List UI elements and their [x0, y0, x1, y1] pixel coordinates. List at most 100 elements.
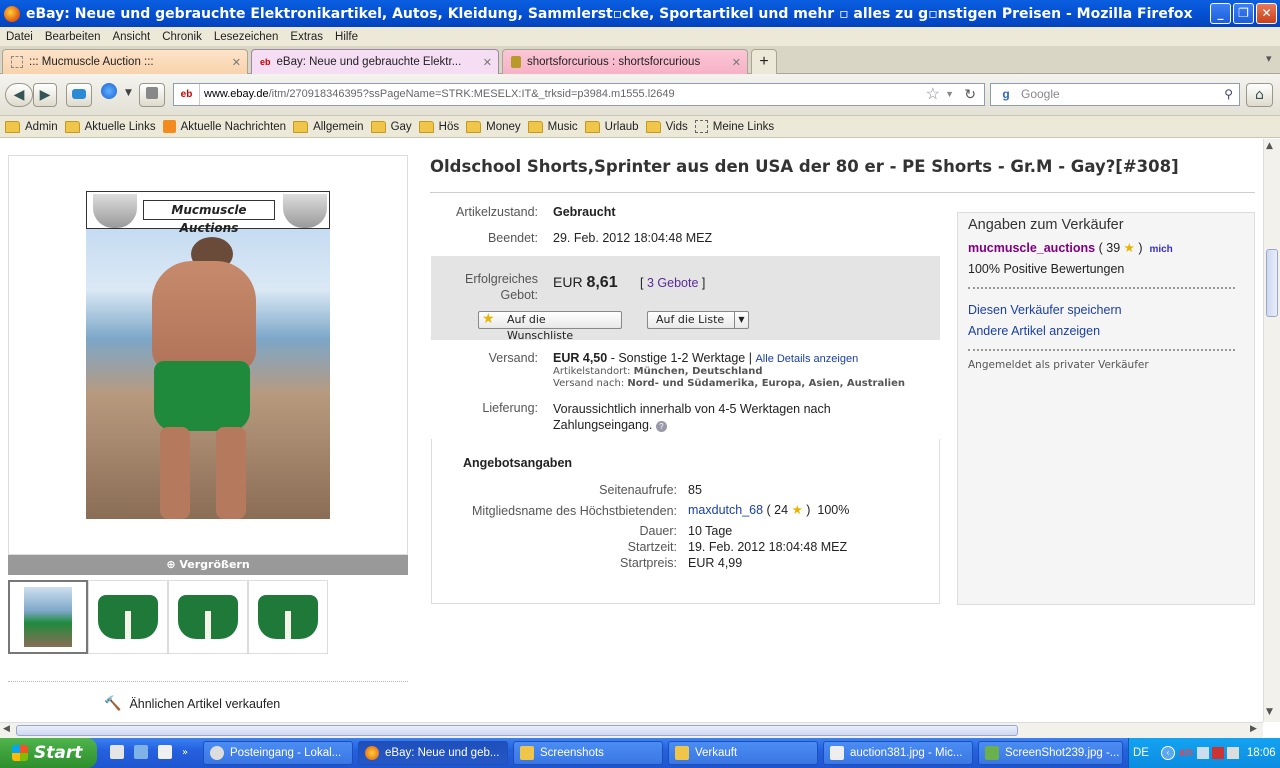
menu-bearbeiten[interactable]: Bearbeiten [45, 31, 101, 43]
save-seller-link[interactable]: Diesen Verkäufer speichern [968, 303, 1122, 317]
menu-extras[interactable]: Extras [290, 31, 323, 43]
taskbar-item-posteingang[interactable]: Posteingang - Lokal... [203, 741, 353, 765]
menu-chronik[interactable]: Chronik [162, 31, 202, 43]
lock-icon [511, 56, 521, 68]
other-items-link[interactable]: Andere Artikel anzeigen [968, 324, 1100, 338]
quicklaunch-app-icon[interactable] [158, 745, 172, 759]
menu-hilfe[interactable]: Hilfe [335, 31, 358, 43]
window-titlebar[interactable]: eBay: Neue und gebrauchte Elektronikarti… [0, 0, 1280, 27]
bookmark-music[interactable]: Music [527, 120, 578, 133]
taskbar-item-screenshots[interactable]: Screenshots [513, 741, 663, 765]
scroll-right-icon[interactable]: ▶ [1250, 724, 1257, 734]
close-tab-icon[interactable]: ✕ [732, 56, 741, 69]
task-label: auction381.jpg - Mic... [850, 747, 963, 759]
sell-similar-link[interactable]: 🔨 Ähnlichen Artikel verkaufen [104, 695, 280, 712]
home-button[interactable]: ⌂ [1246, 83, 1273, 107]
bookmark-admin[interactable]: Admin [5, 120, 58, 133]
network-icon[interactable] [1196, 747, 1209, 759]
browser-globe-icon[interactable] [96, 83, 122, 107]
url-bar[interactable]: eb www.ebay.de/itm/270918346395?ssPageNam… [173, 83, 985, 106]
bookmark-gay[interactable]: Gay [370, 120, 412, 133]
bookmark-hoes[interactable]: Hös [418, 120, 459, 133]
scroll-down-icon[interactable]: ▼ [1266, 707, 1273, 717]
add-to-list-button[interactable]: Auf die Liste ▼ [647, 311, 749, 329]
search-icon[interactable]: ⚲ [1224, 84, 1233, 105]
shipping-details-link[interactable]: Alle Details anzeigen [755, 353, 858, 365]
bookmark-star-icon[interactable]: ☆ [926, 84, 940, 105]
minimize-button[interactable]: _ [1210, 3, 1231, 24]
language-indicator[interactable]: DE [1133, 747, 1149, 759]
folder-icon [527, 120, 543, 133]
tab-list-icon[interactable]: ▾ [1266, 52, 1272, 65]
thumbnail-2[interactable] [88, 580, 168, 654]
dashed-folder-icon [694, 120, 708, 133]
ati-icon[interactable]: ATI [1179, 748, 1193, 758]
maximize-button[interactable]: ❐ [1233, 3, 1254, 24]
top-bidder-link[interactable]: maxdutch_68 [688, 503, 763, 517]
addon-icon[interactable] [66, 83, 92, 107]
help-icon[interactable]: ? [655, 421, 667, 432]
horizontal-scrollbar[interactable]: ◀ ▶ [0, 722, 1263, 738]
quicklaunch-expand-icon[interactable]: » [182, 747, 188, 758]
shipping-line: EUR 4,50 - Sonstige 1-2 Werktage | Alle … [553, 351, 858, 365]
item-title: Oldschool Shorts,Sprinter aus den USA de… [430, 157, 1179, 176]
person-leg [216, 427, 246, 519]
bookmark-urlaub[interactable]: Urlaub [584, 120, 639, 133]
start-button[interactable]: Start [0, 738, 97, 768]
forward-button[interactable]: ▶ [33, 83, 57, 107]
scroll-left-icon[interactable]: ◀ [3, 724, 10, 734]
quicklaunch-explorer-icon[interactable] [110, 745, 124, 759]
firefox-icon [365, 746, 379, 760]
menu-lesezeichen[interactable]: Lesezeichen [214, 31, 279, 43]
tab-label: eBay: Neue und gebrauchte Elektr... [276, 56, 462, 68]
enlarge-button[interactable]: ⊕ Vergrößern [8, 555, 408, 575]
close-tab-icon[interactable]: ✕ [483, 56, 492, 69]
bookmark-aktuelle-links[interactable]: Aktuelle Links [64, 120, 156, 133]
vertical-scroll-thumb[interactable] [1266, 249, 1278, 317]
url-dropdown-icon[interactable]: ▼ [945, 84, 954, 105]
task-label: Posteingang - Lokal... [230, 747, 342, 759]
seller-name-link[interactable]: mucmuscle_auctions [968, 241, 1095, 255]
dropdown-arrow-icon[interactable]: ▼ [125, 88, 132, 98]
bids-link[interactable]: 3 Gebote [647, 276, 698, 290]
thumbnail-1[interactable] [8, 580, 88, 654]
close-tab-icon[interactable]: ✕ [232, 56, 241, 69]
back-button[interactable]: ◀ [5, 83, 33, 107]
ended-label: Beendet: [487, 231, 538, 245]
new-tab-button[interactable]: + [751, 49, 777, 74]
reload-icon[interactable]: ↻ [964, 84, 976, 105]
thumbnail-4[interactable] [248, 580, 328, 654]
tab-ebay[interactable]: eb eBay: Neue und gebrauchte Elektr... ✕ [251, 49, 499, 74]
taskbar-item-verkauft[interactable]: Verkauft [668, 741, 818, 765]
thumbnail-3[interactable] [168, 580, 248, 654]
bookmark-money[interactable]: Money [466, 120, 521, 133]
main-product-image[interactable]: Mucmuscle Auctions [86, 191, 330, 519]
watchlist-button[interactable]: ★ Auf die Wunschliste [478, 311, 622, 342]
taskbar-item-auction-image[interactable]: auction381.jpg - Mic... [823, 741, 973, 765]
site-identity-icon[interactable]: eb [174, 84, 200, 105]
tab-mucmuscle[interactable]: ::: Mucmuscle Auction ::: ✕ [2, 49, 248, 74]
search-field[interactable]: g Google ⚲ [990, 83, 1240, 106]
me-badge-icon[interactable]: mich [1149, 244, 1172, 255]
magnifier-icon: ⊕ [166, 558, 180, 571]
google-icon[interactable]: g [991, 84, 1021, 105]
taskbar-item-firefox[interactable]: eBay: Neue und geb... [358, 741, 508, 765]
dropdown-arrow-icon[interactable]: ▼ [734, 312, 748, 328]
menu-ansicht[interactable]: Ansicht [112, 31, 150, 43]
quicklaunch-desktop-icon[interactable] [134, 745, 148, 759]
bookmark-meine-links[interactable]: Meine Links [694, 120, 774, 133]
bookmark-aktuelle-nachrichten[interactable]: Aktuelle Nachrichten [162, 120, 286, 133]
vertical-scrollbar[interactable]: ▲ ▼ [1263, 139, 1280, 722]
horizontal-scroll-thumb[interactable] [16, 725, 1018, 736]
tab-shortsforcurious[interactable]: shortsforcurious : shortsforcurious ✕ [502, 49, 748, 74]
extension-icon[interactable] [139, 83, 165, 107]
scroll-up-icon[interactable]: ▲ [1266, 141, 1273, 151]
bookmark-allgemein[interactable]: Allgemein [293, 120, 364, 133]
taskbar-item-screenshot-image[interactable]: ScreenShot239.jpg -... [978, 741, 1123, 765]
tray-expand-icon[interactable]: ‹ [1160, 746, 1175, 760]
tray-app-icon[interactable] [1211, 747, 1224, 759]
close-button[interactable]: ✕ [1256, 3, 1277, 24]
volume-icon[interactable] [1226, 747, 1239, 759]
menu-datei[interactable]: Datei [6, 31, 33, 43]
bookmark-vids[interactable]: Vids [645, 120, 688, 133]
